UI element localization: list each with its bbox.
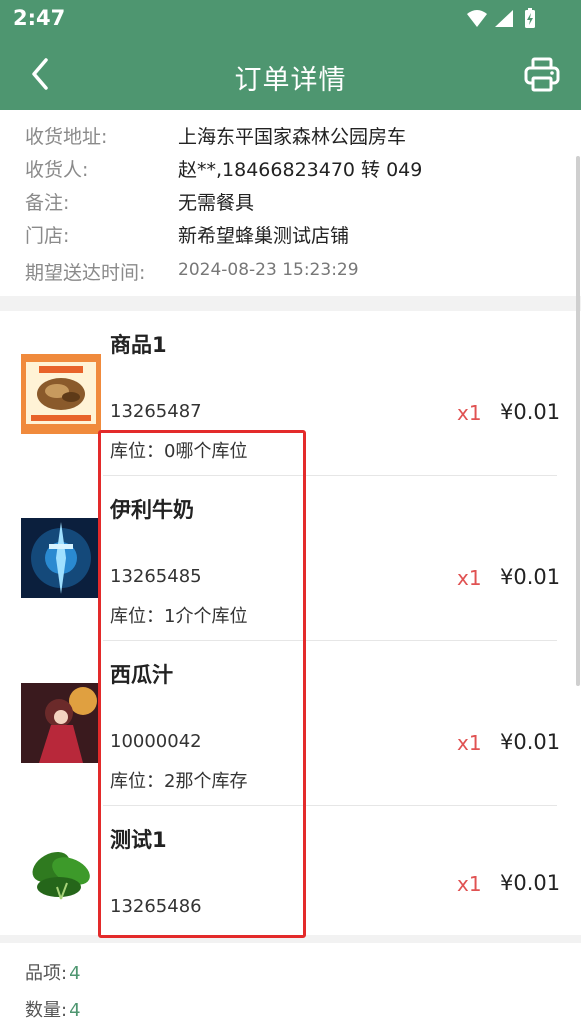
store-label: 门店: [25, 225, 70, 247]
address-value: 上海东平国家森林公园房车 [178, 126, 407, 148]
goods-name: 商品1 [110, 333, 167, 357]
goods-image [21, 518, 101, 598]
quantity-value: 4 [69, 1000, 81, 1021]
signal-icon [495, 10, 513, 27]
goods-price: ¥0.01 [500, 871, 561, 895]
goods-price: ¥0.01 [500, 400, 561, 424]
goods-qty: x1 [457, 401, 482, 425]
printer-icon[interactable] [523, 56, 561, 94]
goods-qty: x1 [457, 731, 482, 755]
goods-code: 13265487 [110, 401, 202, 422]
receiver-label: 收货人: [25, 159, 89, 181]
goods-price: ¥0.01 [500, 565, 561, 589]
items-label: 品项: [25, 963, 68, 984]
battery-icon [525, 8, 535, 28]
annotation-highlight-box [98, 430, 306, 938]
note-label: 备注: [25, 192, 70, 214]
expected-time-label: 期望送达时间: [25, 262, 146, 284]
order-info-card: 收货地址: 上海东平国家森林公园房车 收货人: 赵**,18466823470 … [0, 110, 581, 296]
goods-image [21, 831, 101, 911]
quantity-label: 数量: [25, 1000, 68, 1021]
status-time: 2:47 [13, 6, 66, 30]
wifi-icon [467, 10, 487, 27]
goods-image [21, 683, 101, 763]
order-summary: 品项: 4 数量: 4 [0, 943, 581, 1034]
expected-time-value: 2024-08-23 15:23:29 [178, 260, 359, 280]
items-count-row: 品项: 4 [25, 959, 81, 985]
receiver-value: 赵**,18466823470 转 049 [178, 159, 423, 181]
goods-qty: x1 [457, 566, 482, 590]
page-title: 订单详情 [234, 65, 347, 96]
address-label: 收货地址: [25, 126, 108, 148]
app-bar: 订单详情 [0, 38, 581, 110]
goods-price: ¥0.01 [500, 730, 561, 754]
note-value: 无需餐具 [178, 192, 255, 214]
store-value: 新希望蜂巢测试店铺 [178, 225, 350, 247]
goods-image [21, 354, 101, 434]
quantity-row: 数量: 4 [25, 996, 81, 1022]
status-bar: 2:47 [0, 0, 581, 38]
goods-qty: x1 [457, 872, 482, 896]
items-value: 4 [69, 963, 81, 984]
scrollbar[interactable] [576, 156, 580, 686]
